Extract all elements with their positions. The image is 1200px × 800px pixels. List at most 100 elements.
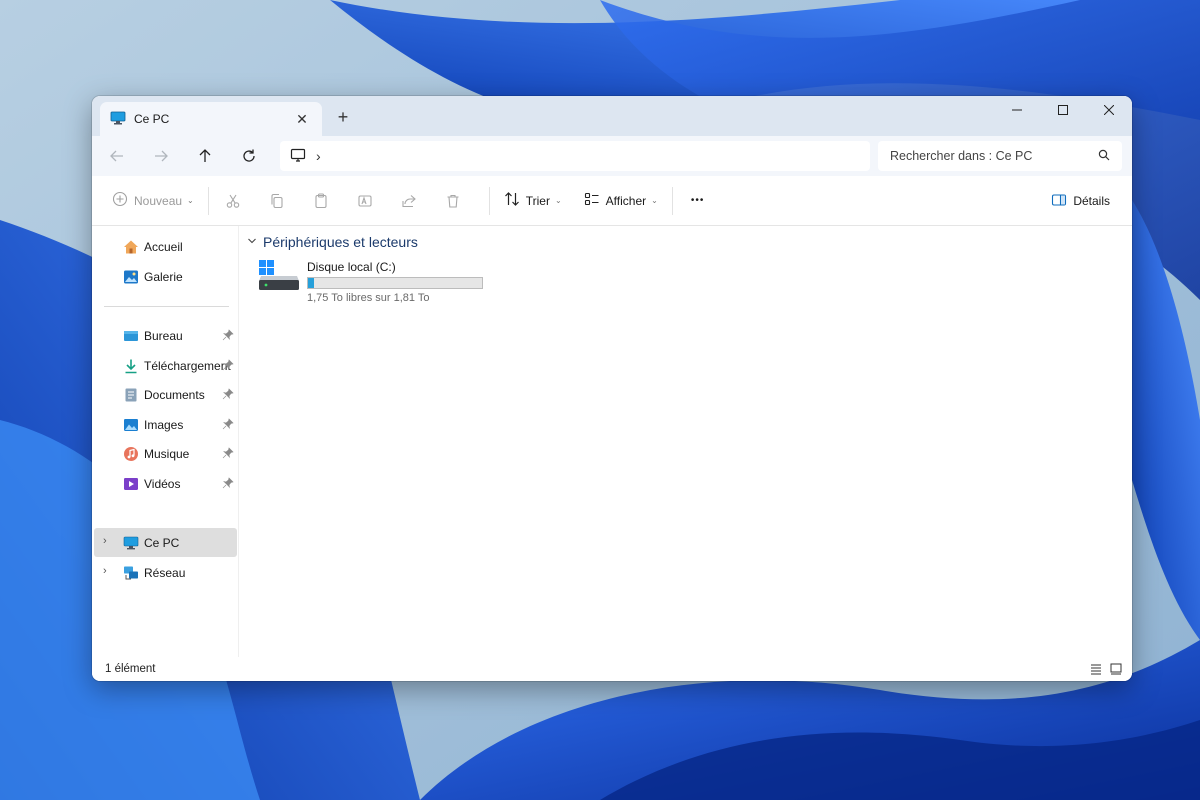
search-box: [878, 141, 1122, 171]
sort-button[interactable]: Trier ⌄: [498, 185, 568, 217]
sidebar-item-ce-pc[interactable]: › Ce PC: [94, 528, 237, 557]
window-controls: [994, 96, 1132, 124]
tab-ce-pc[interactable]: Ce PC ✕: [100, 102, 322, 136]
toolbar-divider: [488, 186, 490, 215]
images-icon: [123, 417, 139, 433]
copy-icon[interactable]: [261, 185, 293, 217]
group-title: Périphériques et lecteurs: [263, 234, 418, 250]
group-header-devices[interactable]: Périphériques et lecteurs: [247, 234, 418, 250]
forward-button[interactable]: [146, 141, 176, 171]
refresh-button[interactable]: [234, 141, 264, 171]
pin-icon: [222, 418, 234, 430]
address-bar: ›: [92, 136, 1132, 176]
details-label: Détails: [1073, 194, 1110, 208]
search-icon[interactable]: [1098, 149, 1110, 164]
chevron-down-icon: ⌄: [187, 196, 194, 205]
sidebar-item-label: Réseau: [144, 565, 186, 580]
sidebar-item-label: Accueil: [144, 239, 183, 254]
pin-icon: [222, 477, 234, 489]
pin-icon: [222, 447, 234, 459]
toolbar-divider: [207, 186, 209, 215]
drive-item-c[interactable]: Disque local (C:) 1,75 To libres sur 1,8…: [257, 258, 487, 308]
monitor-icon: [110, 110, 126, 129]
close-window-button[interactable]: [1086, 96, 1132, 124]
item-count: 1 élément: [105, 663, 156, 675]
add-circle-icon: [112, 191, 128, 210]
sidebar-item-reseau[interactable]: › Réseau: [94, 558, 237, 587]
sidebar-item-label: Vidéos: [144, 476, 181, 491]
close-tab-icon[interactable]: ✕: [292, 109, 312, 129]
view-icon: [584, 191, 600, 210]
drive-name: Disque local (C:): [307, 260, 396, 274]
search-input[interactable]: [890, 149, 1098, 163]
details-pane-icon: [1051, 192, 1067, 211]
details-view-icon[interactable]: [1086, 661, 1106, 677]
drive-free-space: 1,75 To libres sur 1,81 To: [307, 292, 430, 304]
back-button[interactable]: [102, 141, 132, 171]
new-button[interactable]: Nouveau ⌄: [106, 185, 200, 217]
sidebar-item-musique[interactable]: Musique: [94, 439, 237, 468]
tiles-view-icon[interactable]: [1106, 661, 1126, 677]
pc-icon: [123, 535, 139, 551]
chevron-down-icon: ⌄: [651, 196, 658, 205]
sidebar-item-label: Téléchargement: [144, 358, 231, 373]
desktop-folder-icon: [123, 328, 139, 344]
videos-icon: [123, 476, 139, 492]
sidebar-item-videos[interactable]: Vidéos: [94, 469, 237, 498]
more-options-button[interactable]: •••: [681, 185, 715, 217]
new-label: Nouveau: [134, 193, 183, 208]
view-button[interactable]: Afficher ⌄: [578, 185, 664, 217]
sidebar-item-telechargement[interactable]: Téléchargement: [94, 351, 237, 380]
toolbar-divider: [671, 186, 673, 215]
chevron-right-icon[interactable]: ›: [103, 535, 107, 547]
gallery-icon: [123, 269, 139, 285]
music-icon: [123, 446, 139, 462]
chevron-down-icon: ⌄: [554, 196, 562, 205]
minimize-button[interactable]: [994, 96, 1040, 124]
view-label: Afficher: [605, 193, 647, 208]
maximize-button[interactable]: [1040, 96, 1086, 124]
drive-usage-bar: [307, 277, 483, 289]
cut-icon[interactable]: [217, 185, 249, 217]
sidebar-item-label: Galerie: [144, 269, 183, 284]
sidebar-item-label: Musique: [144, 446, 190, 461]
sidebar-item-label: Images: [144, 417, 184, 432]
sidebar-item-documents[interactable]: Documents: [94, 380, 237, 409]
up-button[interactable]: [190, 141, 220, 171]
navigation-pane: Accueil Galerie Bureau Téléchargement Do…: [92, 226, 239, 681]
network-icon: [123, 565, 139, 581]
sort-label: Trier: [525, 193, 550, 208]
sidebar-divider: [104, 306, 229, 307]
download-icon: [123, 358, 139, 374]
rename-icon[interactable]: [349, 185, 381, 217]
paste-icon[interactable]: [305, 185, 337, 217]
sidebar-item-images[interactable]: Images: [94, 410, 237, 439]
pin-icon: [222, 388, 234, 400]
documents-icon: [123, 387, 139, 403]
sidebar-item-accueil[interactable]: Accueil: [94, 232, 237, 261]
drive-icon: [257, 258, 301, 298]
pin-icon: [222, 359, 234, 371]
sidebar-item-bureau[interactable]: Bureau: [94, 321, 237, 350]
sidebar-item-label: Documents: [144, 387, 205, 402]
pin-icon: [222, 329, 234, 341]
sidebar-item-label: Bureau: [144, 328, 183, 343]
content-area: Accueil Galerie Bureau Téléchargement Do…: [92, 226, 1132, 681]
file-list-area: Périphériques et lecteurs Disque local (…: [239, 226, 1132, 681]
command-bar: Nouveau ⌄ Trier ⌄ Afficher ⌄ ••• Détails: [92, 176, 1132, 226]
home-icon: [123, 239, 139, 255]
tab-title: Ce PC: [134, 112, 170, 126]
status-bar: 1 élément: [92, 657, 1132, 681]
new-tab-button[interactable]: +: [332, 106, 354, 128]
chevron-right-icon[interactable]: ›: [103, 565, 107, 577]
monitor-icon: [290, 147, 306, 166]
details-button[interactable]: Détails: [1043, 185, 1118, 217]
sidebar-item-label: Ce PC: [144, 535, 180, 550]
more-icon: •••: [690, 195, 705, 206]
sort-icon: [504, 191, 520, 210]
breadcrumb-separator[interactable]: ›: [316, 148, 321, 164]
sidebar-item-galerie[interactable]: Galerie: [94, 262, 237, 291]
path-input[interactable]: ›: [280, 141, 870, 171]
share-icon[interactable]: [393, 185, 425, 217]
delete-icon[interactable]: [437, 185, 469, 217]
